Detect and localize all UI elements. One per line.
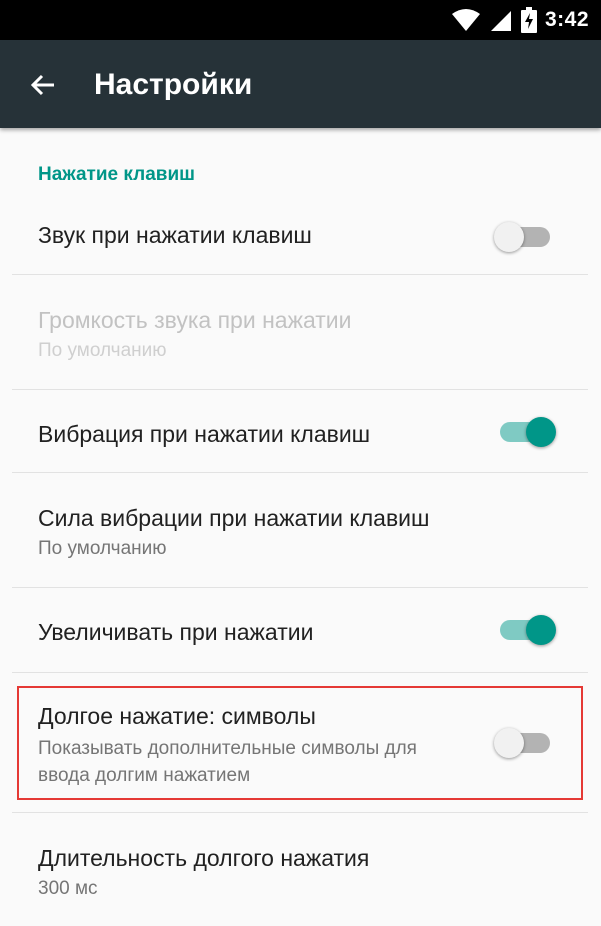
popup-on-keypress-switch[interactable]: [494, 613, 556, 647]
setting-title: Громкость звука при нажатии: [38, 307, 352, 333]
category-header: Нажатие клавиш: [38, 164, 195, 185]
key-sound-switch[interactable]: [494, 220, 556, 254]
setting-title: Сила вибрации при нажатии клавиш: [38, 505, 430, 531]
divider: [12, 672, 588, 673]
key-vibration-switch[interactable]: [494, 415, 556, 449]
highlight-frame: [17, 686, 583, 800]
page-title: Настройки: [94, 68, 253, 101]
setting-summary: По умолчанию: [38, 538, 167, 559]
wifi-icon: [451, 9, 480, 31]
setting-vibration-strength[interactable]: Сила вибрации при нажатии клавиш По умол…: [0, 473, 601, 587]
cell-signal-icon: [490, 11, 511, 31]
setting-long-press-duration[interactable]: Длительность долгого нажатия 300 мс: [0, 813, 601, 926]
setting-summary: По умолчанию: [38, 340, 167, 361]
setting-key-sound[interactable]: Звук при нажатии клавиш: [0, 198, 601, 274]
setting-title: Длительность долгого нажатия: [38, 845, 370, 871]
setting-title: Увеличивать при нажатии: [38, 619, 314, 645]
setting-title: Вибрация при нажатии клавиш: [38, 421, 371, 447]
battery-charging-icon: [520, 7, 537, 33]
setting-title: Звук при нажатии клавиш: [38, 222, 312, 248]
setting-popup-on-keypress[interactable]: Увеличивать при нажатии: [0, 588, 601, 672]
toolbar: Настройки: [0, 40, 601, 128]
setting-key-vibration[interactable]: Вибрация при нажатии клавиш: [0, 390, 601, 472]
back-button[interactable]: [22, 64, 64, 106]
status-time: 3:42: [544, 8, 589, 31]
setting-key-sound-volume[interactable]: Громкость звука при нажатии По умолчанию: [0, 275, 601, 389]
arrow-back-icon: [30, 74, 54, 96]
setting-summary: 300 мс: [38, 878, 98, 899]
status-bar: 3:42: [0, 0, 601, 40]
